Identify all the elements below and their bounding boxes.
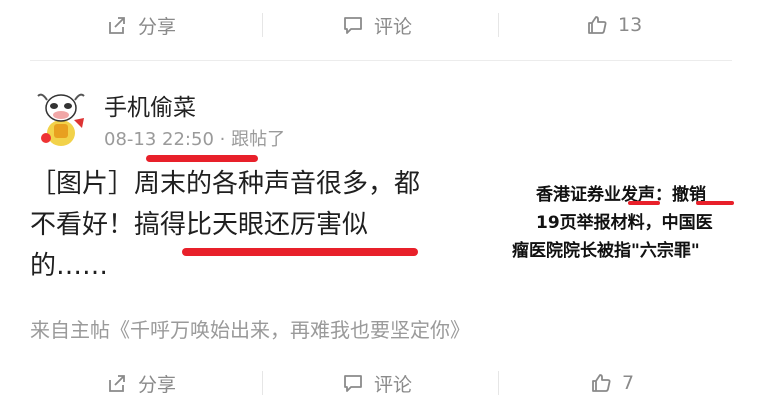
share-button[interactable]: 分享 [106, 0, 176, 50]
comment-label: 评论 [374, 15, 413, 38]
comment-icon [344, 17, 362, 34]
thumbs-up-icon [592, 374, 611, 392]
timestamp: 08-13 22:50 [104, 129, 214, 150]
comment-button[interactable]: 评论 [342, 0, 412, 50]
like-count: 13 [618, 14, 643, 36]
like-button[interactable]: 7 [590, 358, 634, 408]
body-line: ［图片］周末的各种声音很多，都 [30, 169, 421, 199]
thumbnail-line: 瘤医院院长被指"六宗罪" [512, 241, 700, 261]
meta-separator: · [213, 129, 232, 150]
thumbs-up-icon [588, 16, 607, 34]
comment-button[interactable]: 评论 [342, 358, 412, 408]
avatar[interactable] [34, 88, 88, 148]
body-line: 不看好！搞得比天眼还厉害似 [30, 210, 369, 240]
body-underline [182, 248, 418, 256]
share-label: 分享 [138, 373, 177, 396]
top-action-bar: 分享 评论 13 [0, 0, 760, 50]
comment-icon [344, 375, 362, 392]
thumbnail-line: 香港证券业发声：撤销 [536, 185, 706, 205]
share-icon [109, 375, 125, 392]
like-count: 7 [622, 372, 635, 394]
thumbnail-underline [696, 201, 734, 205]
share-label: 分享 [138, 15, 177, 38]
divider [498, 371, 499, 395]
post-image-thumbnail[interactable]: 香港证券业发声：撤销 19页举报材料，中国医 瘤医院院长被指"六宗罪" [512, 170, 740, 262]
username[interactable]: 手机偷菜 [104, 88, 196, 122]
post-meta: 08-13 22:50 · 跟帖了 [104, 125, 285, 151]
bottom-action-bar: 分享 评论 7 [0, 358, 760, 408]
like-button[interactable]: 13 [586, 0, 642, 50]
thumbnail-line: 19页举报材料，中国医 [536, 213, 713, 233]
timestamp-underline [146, 155, 258, 162]
divider [498, 13, 499, 37]
post-body: ［图片］周末的各种声音很多，都 不看好！搞得比天眼还厉害似 的…… [30, 164, 480, 287]
share-icon [109, 17, 125, 34]
source-link[interactable]: 来自主帖《千呼万唤始出来，再难我也要坚定你》 [30, 314, 470, 343]
divider [262, 13, 263, 37]
comment-label: 评论 [374, 373, 413, 396]
divider [30, 60, 732, 61]
thumbnail-underline [628, 201, 660, 205]
cow-mascot-icon [37, 93, 85, 146]
share-button[interactable]: 分享 [106, 358, 176, 408]
divider [262, 371, 263, 395]
meta-action: 跟帖了 [231, 129, 286, 150]
